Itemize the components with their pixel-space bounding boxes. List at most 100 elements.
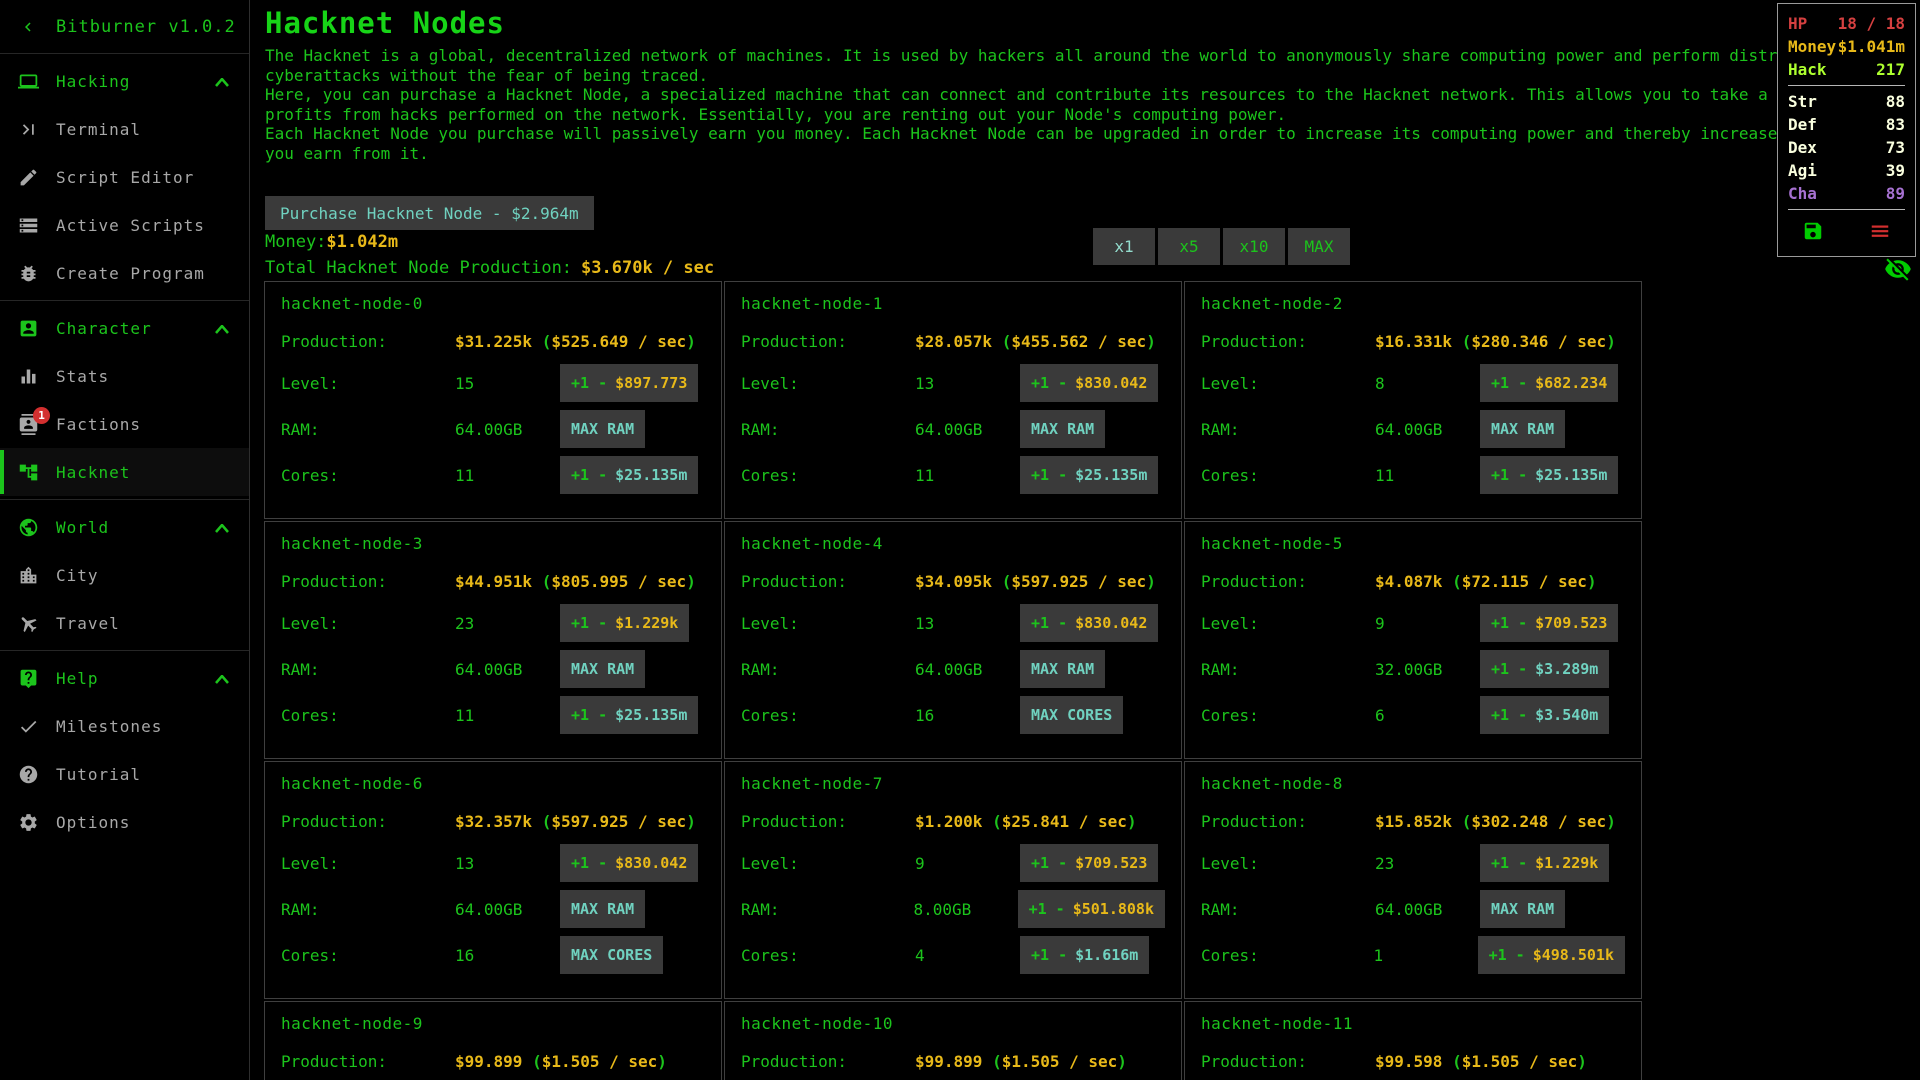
- player-money-line: Money:$1.042m: [265, 232, 398, 252]
- node-ram-row: RAM: 64.00GB MAX RAM: [1201, 410, 1625, 448]
- sidebar-item-terminal[interactable]: Terminal: [0, 105, 249, 153]
- upgrade-ram-button[interactable]: MAX RAM: [560, 410, 645, 448]
- cores-value: 16: [915, 706, 1020, 725]
- hacknet-node-card: hacknet-node-11 Production: $99.598 ($1.…: [1184, 1001, 1642, 1080]
- sidebar-item-milestones[interactable]: Milestones: [0, 702, 249, 750]
- ram-label: RAM:: [741, 420, 915, 439]
- production-rate: $280.346 / sec: [1471, 332, 1606, 351]
- sidebar-item-script-editor[interactable]: Script Editor: [0, 153, 249, 201]
- production-label: Production:: [741, 572, 915, 591]
- upgrade-level-button[interactable]: +1 - $709.523: [1020, 844, 1158, 882]
- description-paragraph: The Hacknet is a global, decentralized n…: [265, 46, 1915, 85]
- sidebar-item-factions[interactable]: 1 Factions: [0, 400, 249, 448]
- upgrade-cores-button[interactable]: +1 - $25.135m: [560, 456, 698, 494]
- upgrade-ram-button[interactable]: +1 - $3.289m: [1480, 650, 1609, 688]
- production-value: $28.057k ($455.562 / sec): [915, 332, 1020, 351]
- upgrade-plus-label: +1 -: [571, 614, 607, 632]
- storage-icon: [0, 215, 56, 236]
- upgrade-ram-button[interactable]: MAX RAM: [1480, 410, 1565, 448]
- upgrade-level-button[interactable]: +1 - $1.229k: [560, 604, 689, 642]
- node-name: hacknet-node-11: [1201, 1014, 1625, 1038]
- upgrade-ram-button[interactable]: +1 - $501.808k: [1018, 890, 1165, 928]
- upgrade-level-button[interactable]: +1 - $830.042: [1020, 604, 1158, 642]
- upgrade-level-button[interactable]: +1 - $830.042: [1020, 364, 1158, 402]
- ram-value: 8.00GB: [914, 900, 1018, 919]
- money-label: Money: [1788, 37, 1836, 56]
- save-game-icon[interactable]: [1802, 220, 1824, 246]
- node-production-row: Production: $1.200k ($25.841 / sec): [741, 808, 1165, 834]
- upgrade-cores-button[interactable]: +1 - $3.540m: [1480, 696, 1609, 734]
- upgrade-cores-button[interactable]: MAX CORES: [560, 936, 663, 974]
- upgrade-level-button[interactable]: +1 - $682.234: [1480, 364, 1618, 402]
- sidebar-item-tutorial[interactable]: Tutorial: [0, 750, 249, 798]
- upgrade-ram-button[interactable]: MAX RAM: [1020, 650, 1105, 688]
- multiplier-x1-button[interactable]: x1: [1093, 228, 1155, 265]
- hacknet-node-card: hacknet-node-3 Production: $44.951k ($80…: [264, 521, 722, 759]
- hacknet-node-card: hacknet-node-6 Production: $32.357k ($59…: [264, 761, 722, 999]
- multiplier-x5-button[interactable]: x5: [1158, 228, 1220, 265]
- level-label: Level:: [1201, 614, 1375, 633]
- help-bubble-icon: [0, 668, 56, 689]
- sidebar-item-travel[interactable]: Travel: [0, 599, 249, 647]
- upgrade-plus-label: +1 -: [1489, 946, 1525, 964]
- upgrade-level-button[interactable]: +1 - $1.229k: [1480, 844, 1609, 882]
- node-ram-row: RAM: 8.00GB +1 - $501.808k: [741, 890, 1165, 928]
- sidebar-header-character[interactable]: Character: [0, 304, 249, 352]
- item-label: Create Program: [56, 264, 249, 283]
- node-cores-row: Cores: 11 +1 - $25.135m: [741, 456, 1165, 494]
- sidebar-item-create-program[interactable]: Create Program: [0, 249, 249, 297]
- gear-icon: [0, 812, 56, 833]
- upgrade-level-button[interactable]: +1 - $709.523: [1480, 604, 1618, 642]
- upgrade-cores-button[interactable]: MAX CORES: [1020, 696, 1123, 734]
- collapse-sidebar-icon[interactable]: [0, 18, 56, 36]
- sidebar-item-active-scripts[interactable]: Active Scripts: [0, 201, 249, 249]
- upgrade-level-button[interactable]: +1 - $897.773: [560, 364, 698, 402]
- production-value: $31.225k ($525.649 / sec): [455, 332, 560, 351]
- cores-label: Cores:: [281, 706, 455, 725]
- node-name: hacknet-node-2: [1201, 294, 1625, 318]
- sidebar-header-hacking[interactable]: Hacking: [0, 57, 249, 105]
- drag-handle-icon[interactable]: [1869, 220, 1891, 246]
- sidebar-item-options[interactable]: Options: [0, 798, 249, 846]
- upgrade-cores-button[interactable]: +1 - $498.501k: [1478, 936, 1625, 974]
- money-value: $1.042m: [326, 232, 398, 252]
- multiplier-max-button[interactable]: MAX: [1288, 228, 1350, 265]
- production-label: Production:: [281, 332, 455, 351]
- multiplier-x10-button[interactable]: x10: [1223, 228, 1285, 265]
- hacknet-node-card: hacknet-node-10 Production: $99.899 ($1.…: [724, 1001, 1182, 1080]
- money-label: Money:: [265, 232, 326, 252]
- upgrade-cores-button[interactable]: +1 - $25.135m: [1480, 456, 1618, 494]
- upgrade-cores-button[interactable]: +1 - $25.135m: [1020, 456, 1158, 494]
- upgrade-cores-button[interactable]: +1 - $25.135m: [560, 696, 698, 734]
- section-label: Help: [56, 669, 215, 688]
- upgrade-plus-label: +1 -: [1031, 854, 1067, 872]
- ram-label: RAM:: [1201, 660, 1375, 679]
- description-paragraph: Each Hacknet Node you purchase will pass…: [265, 124, 1915, 163]
- eye-off-icon[interactable]: [1884, 255, 1912, 287]
- upgrade-ram-button[interactable]: MAX RAM: [560, 890, 645, 928]
- production-rate: $25.841 / sec: [1002, 812, 1127, 831]
- purchase-hacknet-node-button[interactable]: Purchase Hacknet Node - $2.964m: [265, 196, 594, 230]
- upgrade-level-button[interactable]: +1 - $830.042: [560, 844, 698, 882]
- node-cores-row: Cores: 4 +1 - $1.616m: [741, 936, 1165, 974]
- hp-label: HP: [1788, 14, 1807, 33]
- sidebar-section-character: Character Stats 1 Factions Hacknet: [0, 301, 249, 500]
- node-name: hacknet-node-7: [741, 774, 1165, 798]
- upgrade-ram-button[interactable]: MAX RAM: [560, 650, 645, 688]
- sidebar-item-hacknet[interactable]: Hacknet: [0, 448, 249, 496]
- upgrade-cores-button[interactable]: +1 - $1.616m: [1020, 936, 1149, 974]
- sidebar-item-stats[interactable]: Stats: [0, 352, 249, 400]
- sidebar-header-help[interactable]: Help: [0, 654, 249, 702]
- upgrade-ram-button[interactable]: MAX RAM: [1480, 890, 1565, 928]
- sidebar-header-world[interactable]: World: [0, 503, 249, 551]
- node-name: hacknet-node-10: [741, 1014, 1165, 1038]
- production-label: Production:: [741, 1052, 915, 1071]
- city-icon: [0, 565, 56, 586]
- node-name: hacknet-node-9: [281, 1014, 705, 1038]
- production-value: $16.331k ($280.346 / sec): [1375, 332, 1480, 351]
- upgrade-price: $830.042: [615, 854, 687, 872]
- sidebar-item-city[interactable]: City: [0, 551, 249, 599]
- total-production-value: $3.670k / sec: [581, 258, 714, 278]
- upgrade-ram-button[interactable]: MAX RAM: [1020, 410, 1105, 448]
- production-label: Production:: [741, 812, 915, 831]
